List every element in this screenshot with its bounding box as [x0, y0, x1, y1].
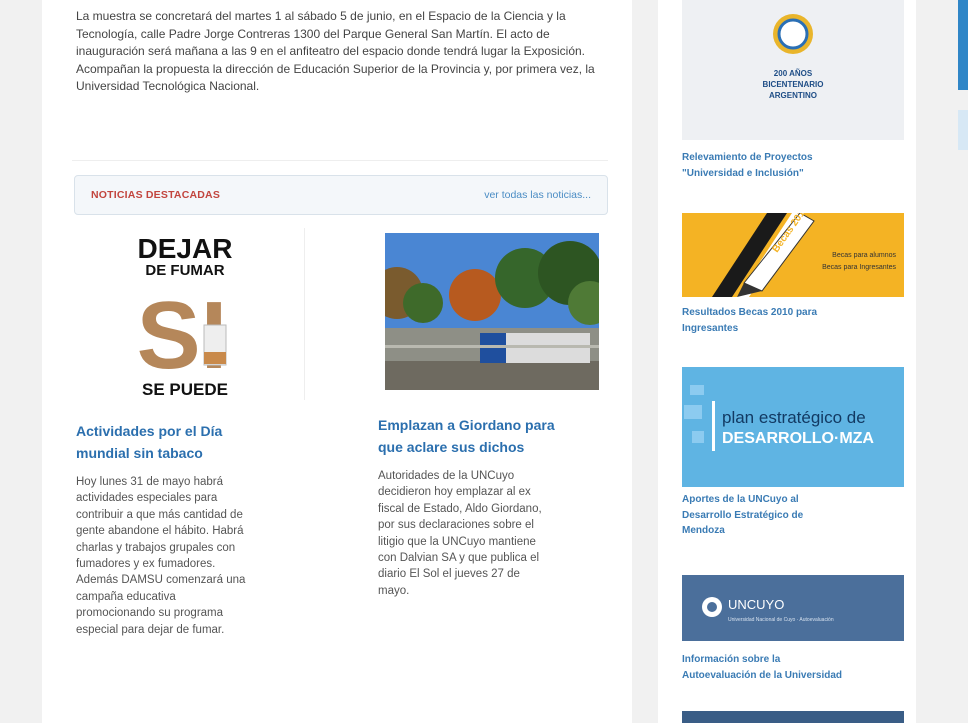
article-body-line: campaña educativa: [76, 590, 176, 603]
sidebar-caption[interactable]: Resultados Becas 2010 para Ingresantes: [682, 305, 912, 336]
article-body-line: promocionando su programa: [76, 607, 224, 620]
article-body-line: Hoy lunes 31 de mayo habrá: [76, 476, 224, 488]
article-body-line: mayo.: [378, 584, 410, 597]
becas-line: Becas para Ingresantes: [822, 264, 896, 271]
caption-line[interactable]: Aportes de la UNCuyo al: [682, 492, 912, 508]
caption-line[interactable]: "Universidad e Inclusión": [682, 166, 912, 182]
article-body-line: contribuir a que más cantidad de: [76, 508, 243, 521]
article-title[interactable]: Actividades por el Día mundial sin tabac…: [76, 420, 222, 464]
noticias-header: NOTICIAS DESTACADAS: [91, 189, 221, 201]
ver-todas-link[interactable]: ver todas las noticias...: [484, 189, 591, 201]
article-title-line[interactable]: Emplazan a Giordano para: [378, 414, 555, 436]
article-title-line[interactable]: Actividades por el Día: [76, 420, 222, 442]
image-text-de-fumar: DE FUMAR: [145, 262, 224, 279]
article-body-line: por sus declaraciones sobre el: [378, 519, 534, 532]
article-body-line: fiscal de Estado, Aldo Giordano,: [378, 502, 542, 515]
caption-line[interactable]: Información sobre la: [682, 652, 912, 668]
giordano-photo[interactable]: [385, 233, 599, 390]
plan-estrategico-banner[interactable]: plan estratégico de DESARROLLO·MZA: [682, 367, 904, 487]
article-title[interactable]: Emplazan a Giordano para que aclare sus …: [378, 414, 555, 458]
becas-line: Becas para alumnos: [832, 252, 896, 259]
article-body-line: diario El Sol el jueves 27 de: [378, 568, 520, 581]
right-edge-strip: [958, 0, 968, 90]
plan-line: DESARROLLO·MZA: [722, 430, 874, 447]
bicentenario-line: BICENTENARIO: [763, 80, 824, 89]
divider: [304, 228, 305, 400]
article-body-line: Además DAMSU comenzará una: [76, 574, 246, 587]
bicentenario-line: 200 AÑOS: [774, 69, 813, 78]
uncuyo-sub: Universidad Nacional de Cuyo · Autoevalu…: [728, 617, 834, 623]
caption-line[interactable]: Ingresantes: [682, 321, 912, 337]
noticias-bar: NOTICIAS DESTACADAS ver todas las notici…: [74, 175, 608, 215]
article-body-line: litigio que la UNCuyo mantiene: [378, 535, 536, 548]
divider: [72, 160, 608, 161]
article-body-line: especial para dejar de fumar.: [76, 623, 225, 636]
uncuyo-banner[interactable]: UNCUYO Universidad Nacional de Cuyo · Au…: [682, 575, 904, 641]
article-title-line[interactable]: mundial sin tabaco: [76, 442, 222, 464]
sidebar-caption[interactable]: Aportes de la UNCuyo al Desarrollo Estra…: [682, 492, 912, 539]
bicentenario-line: ARGENTINO: [769, 91, 817, 100]
dejar-de-fumar-image[interactable]: DEJAR DE FUMAR SI SE PUEDE: [120, 230, 250, 402]
article-body-line: con Dalvian SA y que publica el: [378, 552, 540, 565]
intro-paragraph: La muestra se concretará del martes 1 al…: [76, 9, 595, 93]
article-body-line: fumadores y ex fumadores.: [76, 558, 216, 571]
article-body: Hoy lunes 31 de mayo habrá actividades e…: [76, 474, 306, 638]
article-body-line: actividades especiales para: [76, 492, 218, 505]
article-body-line: decidieron hoy emplazar al ex: [378, 486, 531, 499]
becas-banner[interactable]: Becas 2010 Becas para alumnos Becas para…: [682, 213, 904, 297]
plan-line: plan estratégico de: [722, 408, 866, 427]
next-banner-partial[interactable]: [682, 711, 904, 723]
image-text-dejar: DEJAR: [138, 233, 233, 264]
sidebar-caption[interactable]: Información sobre la Autoevaluación de l…: [682, 652, 912, 683]
image-text-se-puede: SE PUEDE: [142, 380, 228, 399]
bicentenario-banner[interactable]: 200 AÑOS BICENTENARIO ARGENTINO: [682, 0, 904, 140]
caption-line[interactable]: Desarrollo Estratégico de: [682, 508, 912, 524]
article-body-line: Autoridades de la UNCuyo: [378, 470, 515, 482]
caption-line[interactable]: Autoevaluación de la Universidad: [682, 668, 912, 684]
article-body: Autoridades de la UNCuyo decidieron hoy …: [378, 468, 608, 599]
right-edge-strip: [958, 110, 968, 150]
uncuyo-name: UNCUYO: [728, 597, 784, 612]
caption-line[interactable]: Relevamiento de Proyectos: [682, 150, 912, 166]
sidebar-caption[interactable]: Relevamiento de Proyectos "Universidad e…: [682, 150, 912, 181]
article-title-line[interactable]: que aclare sus dichos: [378, 436, 555, 458]
article-body-line: charlas y trabajos grupales con: [76, 541, 236, 554]
caption-line[interactable]: Resultados Becas 2010 para: [682, 305, 912, 321]
caption-line[interactable]: Mendoza: [682, 523, 912, 539]
article-body-line: gente abandone el hábito. Habrá: [76, 525, 244, 538]
